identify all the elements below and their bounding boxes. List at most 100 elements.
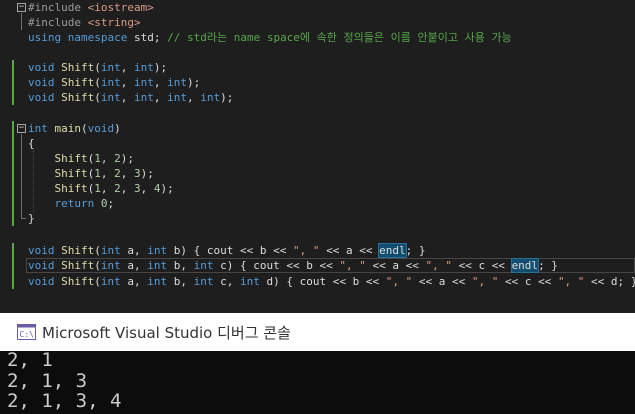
code-token: int xyxy=(193,275,214,288)
code-token: c, xyxy=(213,275,240,288)
code-token: void xyxy=(87,122,115,135)
code-editor[interactable]: − − #include <iostream> #include <string>… xyxy=(0,0,635,313)
code-token: Shift xyxy=(54,167,88,180)
code-token: void xyxy=(28,91,55,104)
code-line[interactable]: int main(void) xyxy=(28,121,121,136)
code-token: int xyxy=(134,61,154,74)
code-token: int xyxy=(100,244,121,257)
code-token: void xyxy=(28,76,55,89)
code-token: <string> xyxy=(87,16,141,29)
code-line[interactable]: #include <iostream> xyxy=(28,0,154,15)
code-token: a, xyxy=(120,275,148,288)
code-token: int xyxy=(167,76,187,89)
code-line[interactable]: void Shift(int, int, int, int); xyxy=(28,90,233,105)
code-token: ); xyxy=(120,152,134,165)
code-token: , xyxy=(140,182,154,195)
code-token: int xyxy=(147,244,168,257)
code-token: int xyxy=(147,259,168,272)
code-token: <iostream> xyxy=(87,1,154,14)
code-line[interactable]: return 0; xyxy=(28,196,115,211)
code-line[interactable]: #include <string> xyxy=(28,15,141,30)
code-token: , xyxy=(120,182,134,195)
code-line[interactable]: void Shift(int a, int b) { cout << b << … xyxy=(28,243,425,258)
code-token: << a << xyxy=(365,259,426,272)
code-token: Shift xyxy=(61,76,95,89)
code-token: ", " xyxy=(557,275,585,288)
code-token: , xyxy=(100,152,115,165)
code-line[interactable]: void Shift(int, int, int); xyxy=(28,75,200,90)
code-token: Shift xyxy=(61,244,95,257)
code-token: { xyxy=(28,137,35,150)
code-line[interactable]: void Shift(int a, int b, int c, int d) {… xyxy=(28,274,635,289)
code-token: Shift xyxy=(61,61,95,74)
code-token: ( xyxy=(94,259,101,272)
code-token: , xyxy=(100,182,115,195)
code-token: int xyxy=(100,91,121,104)
code-line[interactable]: void Shift(int a, int b, int c) { cout <… xyxy=(28,258,558,273)
code-token: #include xyxy=(28,16,88,29)
code-line[interactable]: void Shift(int, int); xyxy=(28,60,167,75)
code-token: ( xyxy=(94,275,101,288)
code-line[interactable]: { xyxy=(28,136,35,151)
highlighted-reference: endl xyxy=(378,243,407,258)
code-token: int xyxy=(134,76,154,89)
code-token: 3 xyxy=(134,167,141,180)
code-token: a, xyxy=(120,259,148,272)
code-token: a, xyxy=(120,244,148,257)
code-token: , xyxy=(120,167,134,180)
code-line[interactable]: Shift(1, 2, 3); xyxy=(28,166,154,181)
code-line[interactable]: Shift(1, 2); xyxy=(28,151,135,166)
collapse-toggle-icon[interactable]: − xyxy=(17,124,26,133)
code-token: , xyxy=(120,91,134,104)
change-bar xyxy=(12,243,14,289)
code-token: ( xyxy=(94,61,101,74)
code-token: 1 xyxy=(94,167,101,180)
code-token: // std라는 name space에 속한 정의들은 이름 안붙이고 사용 … xyxy=(167,31,512,44)
code-token: ", " xyxy=(339,259,366,272)
code-token: void xyxy=(28,259,55,272)
code-token: return xyxy=(54,197,95,210)
code-token: Shift xyxy=(54,152,88,165)
code-line[interactable]: } xyxy=(28,211,35,226)
fold-guide-end xyxy=(21,218,26,219)
console-title: Microsoft Visual Studio 디버그 콘솔 xyxy=(42,324,291,342)
code-token: void xyxy=(28,61,55,74)
code-token: , xyxy=(100,167,115,180)
code-token: ( xyxy=(94,91,101,104)
code-token: ; xyxy=(107,197,115,210)
code-token: 2 xyxy=(114,182,121,195)
code-token: ) xyxy=(114,122,121,135)
code-token: << d; } xyxy=(584,275,635,288)
code-line[interactable]: Shift(1, 2, 3, 4); xyxy=(28,181,174,196)
code-token: ); xyxy=(140,167,154,180)
code-token: ( xyxy=(94,244,101,257)
code-token: int xyxy=(28,122,48,135)
code-token: std; xyxy=(127,31,168,44)
code-token: int xyxy=(100,275,121,288)
code-token: 1 xyxy=(94,152,101,165)
code-token: << c << xyxy=(498,275,558,288)
code-token: ); xyxy=(153,61,168,74)
code-token: } xyxy=(28,212,35,225)
code-token: Shift xyxy=(61,259,95,272)
code-token: 3 xyxy=(134,182,141,195)
console-output[interactable]: 2, 1 2, 1, 3 2, 1, 3, 4 xyxy=(0,351,635,414)
code-token: , xyxy=(153,76,168,89)
code-token: int xyxy=(147,275,168,288)
collapse-toggle-icon[interactable]: − xyxy=(17,3,26,12)
code-token: 0 xyxy=(100,197,108,210)
console-title-bar[interactable]: C:\ Microsoft Visual Studio 디버그 콘솔 xyxy=(0,313,635,351)
console-output-line: 2, 1, 3, 4 xyxy=(7,390,122,412)
code-token: int xyxy=(100,259,121,272)
code-token: namespace xyxy=(67,31,128,44)
code-token: ", " xyxy=(292,244,320,257)
code-line[interactable]: using namespace std; // std라는 name space… xyxy=(28,30,512,45)
console-output-line: 2, 1, 3 xyxy=(7,370,88,392)
code-token: , xyxy=(187,91,201,104)
